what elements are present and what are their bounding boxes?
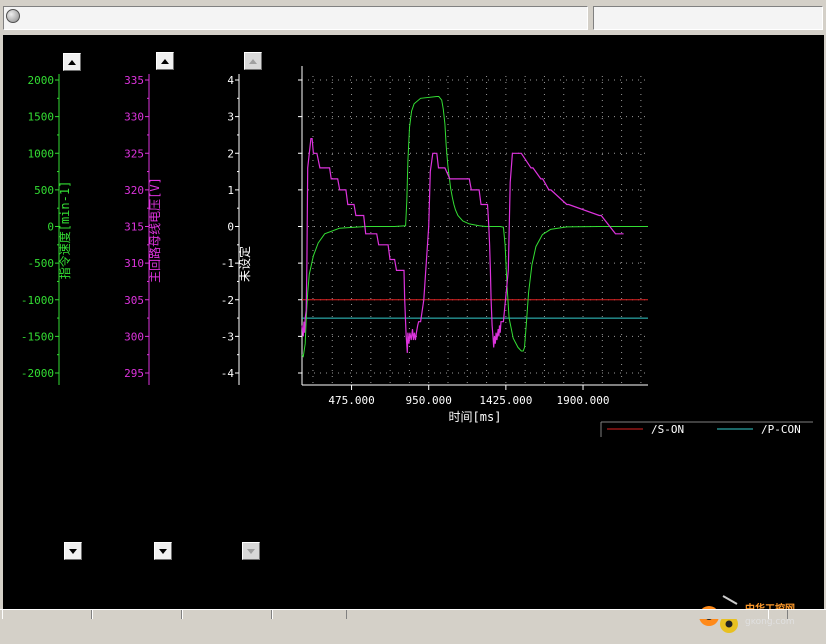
ch3-scroll-up-button[interactable]: [244, 52, 262, 70]
legend-label-3: /P-CON: [761, 423, 801, 436]
status-field-right: [593, 6, 823, 30]
x-axis-label: 时间[ms]: [449, 410, 502, 424]
ch1-tick-label: 1500: [28, 111, 55, 124]
ch1-tick-label: 500: [34, 184, 54, 197]
ch2-tick-label: 320: [124, 184, 144, 197]
ch3-axis-label: 未设定: [237, 246, 252, 282]
trace-panel: 2000 1500 1000 500 0 -500 -1000 -1500 -2000 指令速度[…: [3, 35, 824, 633]
x-tick-label: 950.000: [406, 394, 452, 407]
ch2-tick-label: 300: [124, 330, 144, 343]
ch2-tick-label: 335: [124, 74, 144, 87]
ch3-scroll-down-button[interactable]: [242, 542, 260, 560]
triangle-down-icon: [247, 549, 255, 554]
ch1-tick-label: -1500: [21, 330, 54, 343]
legend-label-2: /S-ON: [651, 423, 684, 436]
triangle-down-icon: [69, 549, 77, 554]
ch1-tick-label: 0: [47, 221, 54, 234]
ch2-axis-label: 主回路母线电压[V]: [147, 177, 162, 283]
ch3-tick-label: 2: [227, 147, 234, 160]
indicator-led-icon: [6, 9, 20, 23]
triangle-down-icon: [159, 549, 167, 554]
ch2-tick-label: 330: [124, 111, 144, 124]
channel-label-ch2: CH2: [128, 449, 148, 462]
ch1-tick-label: -500: [28, 257, 55, 270]
ch1-tick-label: 1000: [28, 147, 55, 160]
ch3-tick-label: -4: [221, 367, 235, 380]
ch2-scroll-up-button[interactable]: [156, 52, 174, 70]
x-tick-label: 475.000: [328, 394, 374, 407]
ch3-tick-label: 1: [227, 184, 234, 197]
ch3-tick-label: 0: [227, 221, 234, 234]
toolbar: [0, 0, 826, 34]
channel-label-ch3: CH3: [218, 449, 238, 462]
ch1-tick-label: -2000: [21, 367, 54, 380]
ch3-tick-label: -2: [221, 294, 234, 307]
ch2-tick-label: 325: [124, 147, 144, 160]
ch2-tick-label: 315: [124, 221, 144, 234]
ch1-scroll-up-button[interactable]: [63, 53, 81, 71]
triangle-up-icon: [161, 59, 169, 64]
status-field-left: [3, 6, 588, 30]
ch3-tick-label: 3: [227, 111, 234, 124]
x-tick-label: 1425.000: [479, 394, 532, 407]
ch2-tick-label: 305: [124, 294, 144, 307]
x-tick-label: 1900.000: [557, 394, 610, 407]
ch1-tick-label: 2000: [28, 74, 55, 87]
ch2-tick-label: 310: [124, 257, 144, 270]
triangle-up-icon: [249, 59, 257, 64]
ch2-tick-label: 295: [124, 367, 144, 380]
channel-label-ch1: CH1: [38, 449, 58, 462]
series-line-0: [301, 96, 648, 358]
series-line-1: [301, 137, 624, 353]
ch3-tick-label: 4: [227, 74, 234, 87]
trace-chart: 2000 1500 1000 500 0 -500 -1000 -1500 -2000 指令速度[…: [21, 66, 813, 437]
ch1-tick-label: -1000: [21, 294, 54, 307]
ch1-scroll-down-button[interactable]: [64, 542, 82, 560]
triangle-up-icon: [68, 60, 76, 65]
ch3-tick-label: -3: [221, 330, 234, 343]
ch1-axis-label: 指令速度[min-1]: [57, 181, 72, 280]
ch3-tick-label: -1: [221, 257, 234, 270]
ch2-scroll-down-button[interactable]: [154, 542, 172, 560]
